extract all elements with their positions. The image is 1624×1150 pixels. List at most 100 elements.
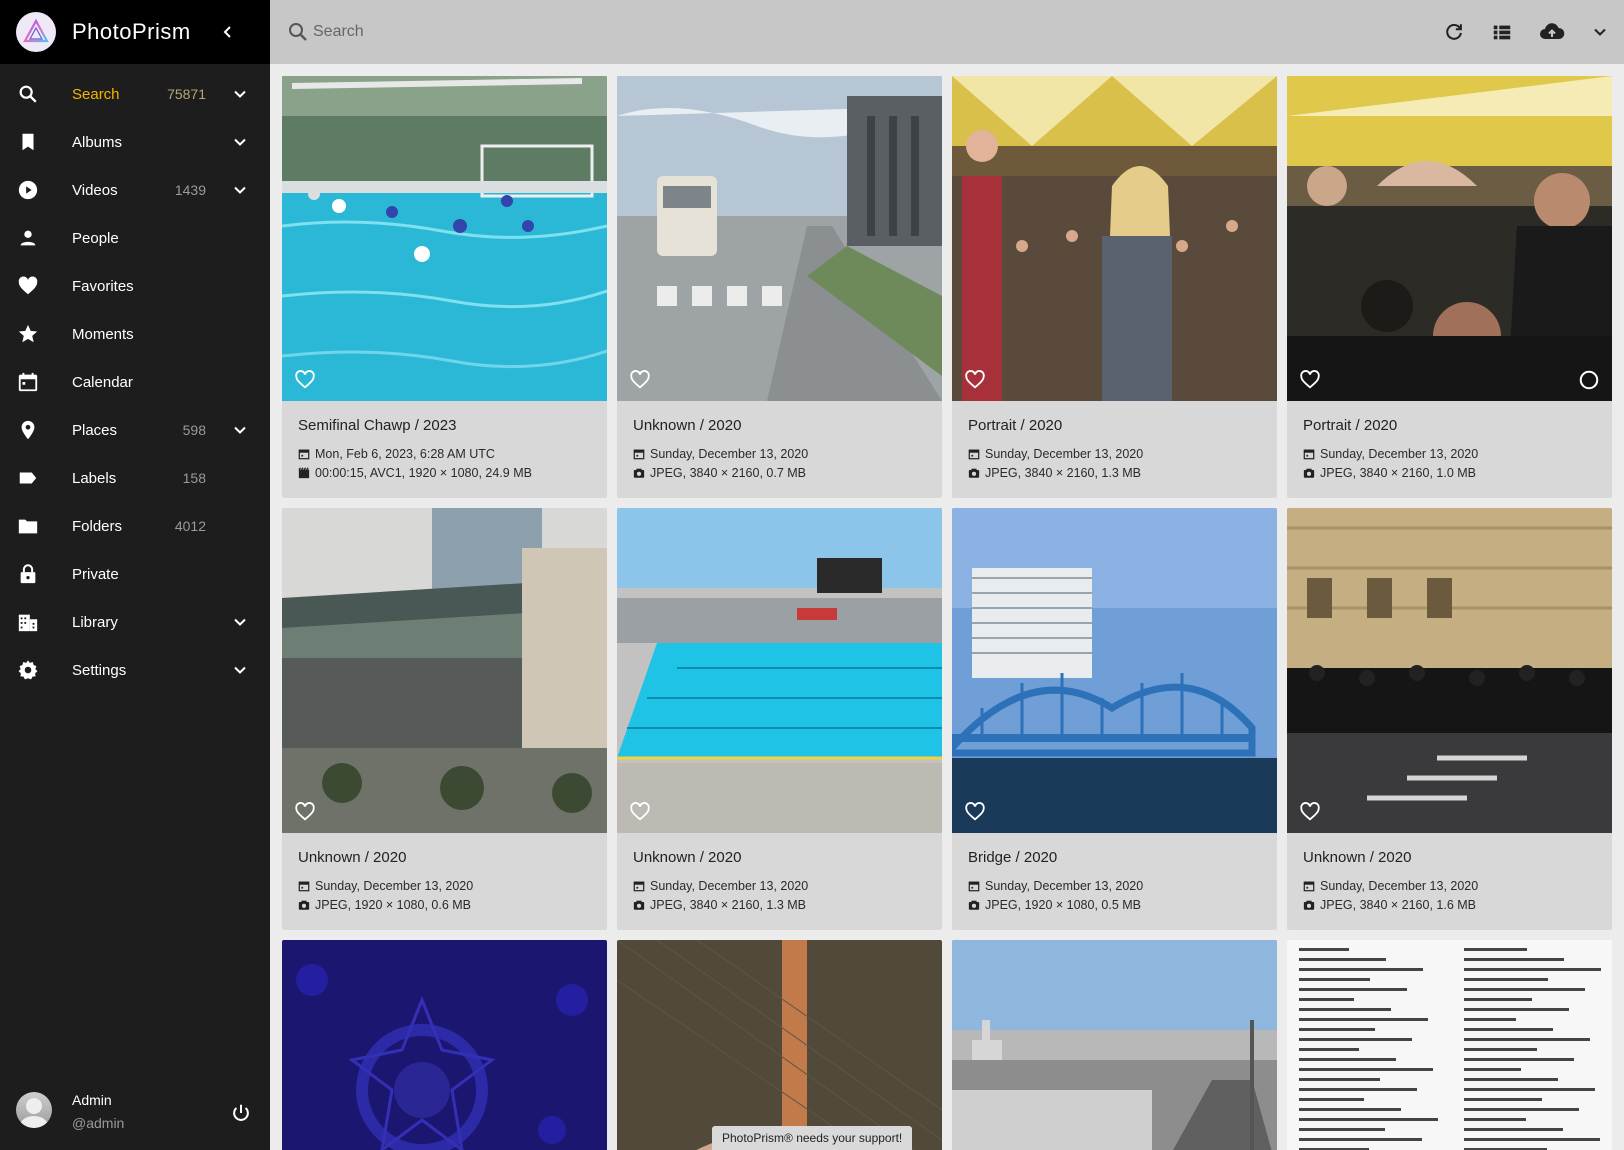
photo-card[interactable] — [617, 940, 942, 1150]
photo-card[interactable]: Unknown / 2020 Sunday, December 13, 2020 J… — [282, 508, 607, 930]
sidebar-item-label: Videos — [72, 181, 118, 199]
photo-title[interactable]: Portrait / 2020 — [1303, 417, 1596, 443]
cloud-upload-icon — [1540, 23, 1565, 39]
label-icon — [16, 466, 40, 490]
select-button[interactable] — [1578, 369, 1600, 391]
sidebar-item-label: Folders — [72, 517, 123, 535]
sidebar-item-calendar[interactable]: Calendar — [0, 358, 270, 406]
expand-button[interactable] — [228, 418, 252, 442]
favorite-button[interactable] — [1299, 369, 1321, 391]
photo-title[interactable]: Portrait / 2020 — [968, 417, 1261, 443]
photo-date-row: Sunday, December 13, 2020 — [1303, 877, 1596, 895]
sidebar-item-label: Places — [72, 421, 118, 439]
calendar-icon — [633, 449, 645, 460]
photo-card[interactable]: Unknown / 2020 Sunday, December 13, 2020 J… — [1287, 508, 1612, 930]
photo-date-row: Sunday, December 13, 2020 — [1303, 445, 1596, 463]
sidebar-item-favorites[interactable]: Favorites — [0, 262, 270, 310]
sidebar-item-videos[interactable]: Videos 1439 — [0, 166, 270, 214]
photo-details: JPEG, 3840 × 2160, 1.0 MB — [1320, 466, 1476, 481]
photo-card[interactable]: Bridge / 2020 Sunday, December 13, 2020 JP… — [952, 508, 1277, 930]
favorite-button[interactable] — [964, 369, 986, 391]
favorite-button[interactable] — [294, 369, 316, 391]
view-list-button[interactable] — [1490, 20, 1514, 44]
heart-outline-icon — [965, 370, 985, 389]
camera-icon — [968, 900, 980, 910]
photo-thumbnail[interactable] — [282, 508, 607, 833]
photo-details: JPEG, 1920 × 1080, 0.6 MB — [315, 898, 471, 913]
lock-icon — [16, 562, 40, 586]
photo-card[interactable]: Portrait / 2020 Sunday, December 13, 2020… — [952, 76, 1277, 498]
reload-button[interactable] — [1442, 20, 1466, 44]
sidebar-item-search[interactable]: Search 75871 — [0, 70, 270, 118]
sidebar-item-folders[interactable]: Folders 4012 — [0, 502, 270, 550]
expand-button[interactable] — [228, 178, 252, 202]
photo-info: Portrait / 2020 Sunday, December 13, 2020… — [1287, 401, 1612, 482]
photo-date: Sunday, December 13, 2020 — [1320, 446, 1479, 461]
sidebar-item-albums[interactable]: Albums — [0, 118, 270, 166]
sidebar-item-settings[interactable]: Settings — [0, 646, 270, 694]
photo-title[interactable]: Bridge / 2020 — [968, 849, 1261, 875]
photo-card[interactable]: Semifinal Chawp / 2023 Mon, Feb 6, 2023, … — [282, 76, 607, 498]
sidebar-item-people[interactable]: People — [0, 214, 270, 262]
sidebar-item-private[interactable]: Private — [0, 550, 270, 598]
photo-thumbnail[interactable] — [617, 76, 942, 401]
photo-card[interactable]: Portrait / 2020 Sunday, December 13, 2020… — [1287, 76, 1612, 498]
favorite-button[interactable] — [294, 801, 316, 823]
photo-thumbnail[interactable] — [1287, 940, 1612, 1150]
support-banner[interactable]: PhotoPrism® needs your support! — [712, 1126, 913, 1150]
photo-card[interactable]: Unknown / 2020 Sunday, December 13, 2020 J… — [617, 76, 942, 498]
chevron-down-icon — [234, 426, 246, 434]
photo-date-row: Sunday, December 13, 2020 — [968, 445, 1261, 463]
photo-thumbnail[interactable] — [617, 508, 942, 833]
refresh-icon — [1446, 24, 1462, 40]
calendar-icon — [16, 370, 40, 394]
photo-thumbnail[interactable] — [617, 940, 942, 1150]
photo-thumbnail[interactable] — [282, 940, 607, 1150]
photo-thumbnail[interactable] — [1287, 508, 1612, 833]
photo-thumbnail[interactable] — [952, 508, 1277, 833]
photo-card[interactable]: Unknown / 2020 Sunday, December 13, 2020 J… — [617, 508, 942, 930]
photo-card[interactable] — [1287, 940, 1612, 1150]
photo-title[interactable]: Semifinal Chawp / 2023 — [298, 417, 591, 443]
photoprism-logo-icon[interactable] — [16, 12, 56, 52]
collapse-sidebar-button[interactable] — [216, 20, 240, 44]
photo-details: JPEG, 3840 × 2160, 1.3 MB — [650, 898, 806, 913]
photo-info: Semifinal Chawp / 2023 Mon, Feb 6, 2023, … — [282, 401, 607, 482]
sidebar-item-moments[interactable]: Moments — [0, 310, 270, 358]
favorite-button[interactable] — [964, 801, 986, 823]
upload-button[interactable] — [1538, 20, 1566, 44]
sidebar-item-labels[interactable]: Labels 158 — [0, 454, 270, 502]
favorite-button[interactable] — [629, 801, 651, 823]
avatar[interactable] — [16, 1092, 52, 1128]
photo-date: Sunday, December 13, 2020 — [650, 446, 809, 461]
calendar-icon — [298, 881, 310, 892]
photo-title[interactable]: Unknown / 2020 — [298, 849, 591, 875]
photo-title[interactable]: Unknown / 2020 — [633, 417, 926, 443]
more-options-button[interactable] — [1588, 20, 1612, 44]
sidebar-item-library[interactable]: Library — [0, 598, 270, 646]
photo-card[interactable] — [282, 940, 607, 1150]
photo-thumbnail[interactable] — [952, 76, 1277, 401]
photo-info: Bridge / 2020 Sunday, December 13, 2020 JP… — [952, 833, 1277, 914]
bookmark-icon — [16, 130, 40, 154]
photo-card[interactable] — [952, 940, 1277, 1150]
photo-details: JPEG, 3840 × 2160, 1.6 MB — [1320, 898, 1476, 913]
sidebar-item-places[interactable]: Places 598 — [0, 406, 270, 454]
play-circle-icon — [16, 178, 40, 202]
photo-title[interactable]: Unknown / 2020 — [633, 849, 926, 875]
user-handle: @admin — [72, 1115, 125, 1131]
expand-button[interactable] — [228, 130, 252, 154]
favorite-button[interactable] — [629, 369, 651, 391]
calendar-icon — [298, 449, 310, 460]
photo-thumbnail[interactable] — [282, 76, 607, 401]
favorite-button[interactable] — [1299, 801, 1321, 823]
photo-details-row: JPEG, 3840 × 2160, 0.7 MB — [633, 465, 926, 483]
photo-title[interactable]: Unknown / 2020 — [1303, 849, 1596, 875]
expand-button[interactable] — [228, 82, 252, 106]
photo-thumbnail[interactable] — [952, 940, 1277, 1150]
expand-button[interactable] — [228, 658, 252, 682]
search-input[interactable] — [313, 18, 1213, 46]
logout-button[interactable] — [228, 1100, 254, 1126]
photo-thumbnail[interactable] — [1287, 76, 1612, 401]
expand-button[interactable] — [228, 610, 252, 634]
